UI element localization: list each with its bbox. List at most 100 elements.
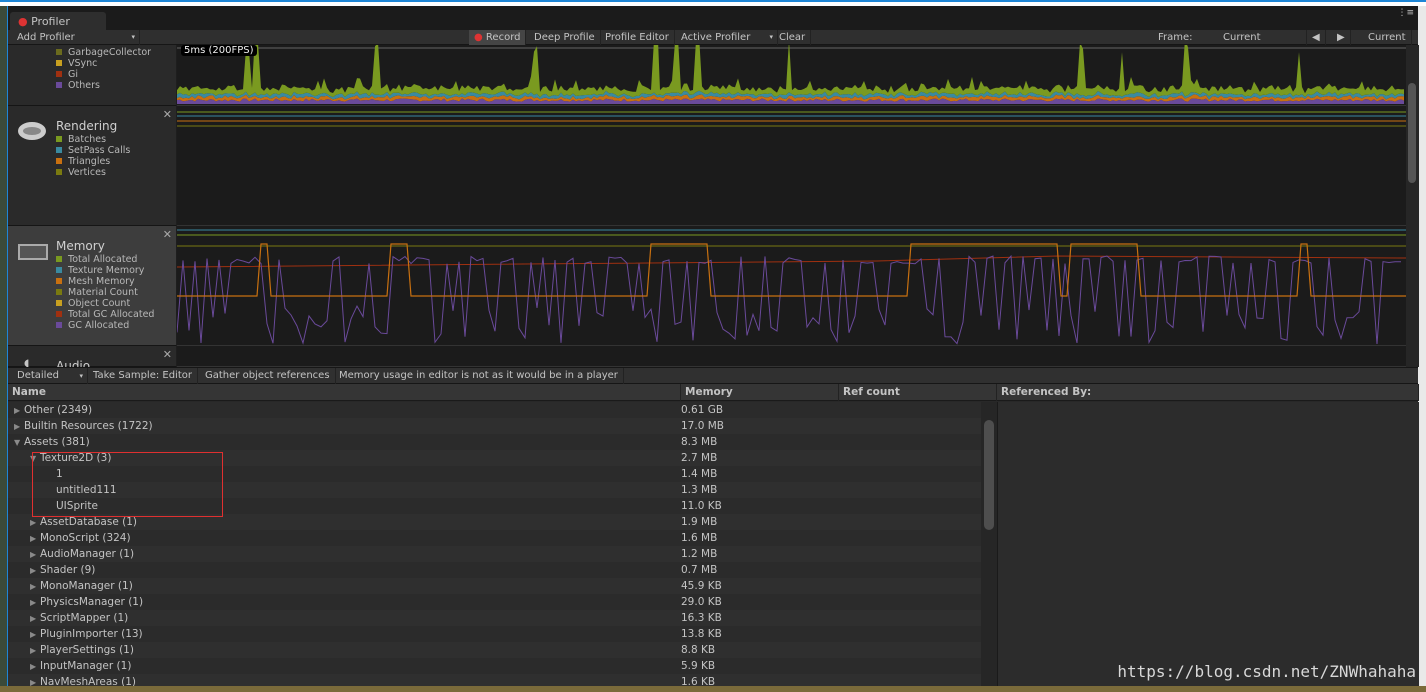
record-button[interactable]: ● Record	[469, 30, 527, 45]
legend-item[interactable]: Total GC Allocated	[56, 309, 154, 320]
expand-toggle-icon[interactable]: ▶	[30, 579, 40, 595]
table-row[interactable]: ▼ Assets (381) 8.3 MB	[8, 434, 981, 450]
legend-item[interactable]: GarbageCollector	[56, 47, 151, 58]
legend-item[interactable]: Gi	[56, 69, 78, 80]
deep-profile-button[interactable]: Deep Profile	[529, 30, 601, 45]
legend-swatch	[56, 289, 62, 295]
editor-memory-notice: Memory usage in editor is not as it woul…	[334, 368, 624, 384]
expand-toggle-icon[interactable]: ▶	[30, 611, 40, 627]
legend-item[interactable]: Material Count	[56, 287, 138, 298]
close-icon[interactable]: ✕	[163, 348, 172, 361]
expand-toggle-icon[interactable]: ▶	[30, 595, 40, 611]
expand-toggle-icon[interactable]: ▶	[14, 403, 24, 419]
memory-legend[interactable]: Memory ✕ Total Allocated Texture Memory Me…	[8, 226, 176, 346]
scrollbar-thumb[interactable]	[1408, 83, 1416, 183]
expand-toggle-icon[interactable]: ▶	[30, 627, 40, 643]
legend-item[interactable]: GC Allocated	[56, 320, 129, 331]
legend-item[interactable]: VSync	[56, 58, 97, 69]
current-frame-button[interactable]: Current	[1363, 30, 1412, 45]
table-row[interactable]: ▶ MonoScript (324) 1.6 MB	[8, 530, 981, 546]
legend-item[interactable]: Batches	[56, 134, 106, 145]
close-icon[interactable]: ✕	[163, 228, 172, 241]
tab-bar: ● Profiler ⋮≡	[8, 6, 1418, 30]
row-memory: 0.7 MB	[681, 564, 718, 576]
audio-graph[interactable]	[177, 346, 1406, 367]
table-row[interactable]: ▶ AudioManager (1) 1.2 MB	[8, 546, 981, 562]
expand-toggle-icon[interactable]: ▶	[30, 563, 40, 579]
rendering-graph[interactable]	[177, 106, 1406, 226]
detail-toolbar: Detailed ▾ Take Sample: Editor Gather obj…	[8, 367, 1418, 384]
expand-toggle-icon[interactable]: ▶	[30, 531, 40, 547]
close-icon[interactable]: ✕	[163, 108, 172, 121]
row-memory: 16.3 KB	[681, 612, 722, 624]
legend-item[interactable]: Texture Memory	[56, 265, 144, 276]
row-name: MonoScript (324)	[40, 532, 131, 544]
row-memory: 8.8 KB	[681, 644, 716, 656]
tree-scrollbar[interactable]	[981, 402, 997, 686]
legend-item[interactable]: Total Allocated	[56, 254, 137, 265]
table-row[interactable]: ▶ PhysicsManager (1) 29.0 KB	[8, 594, 981, 610]
row-name: InputManager (1)	[40, 660, 132, 672]
detail-mode-dropdown[interactable]: Detailed ▾	[12, 368, 88, 384]
cpu-graph[interactable]: 5ms (200FPS)	[177, 14, 1406, 106]
expand-toggle-icon[interactable]: ▶	[30, 643, 40, 659]
legend-swatch	[56, 300, 62, 306]
table-row[interactable]: ▶ Other (2349) 0.61 GB	[8, 402, 981, 418]
cpu-legend[interactable]: GarbageCollector VSync Gi Others	[8, 45, 176, 106]
take-sample-button[interactable]: Take Sample: Editor	[88, 368, 198, 384]
row-name: ScriptMapper (1)	[40, 612, 129, 624]
legend-swatch	[56, 49, 62, 55]
prev-frame-button[interactable]: ◀	[1306, 30, 1326, 45]
table-row[interactable]: ▶ NavMeshAreas (1) 1.6 KB	[8, 674, 981, 686]
table-row[interactable]: ▶ InputManager (1) 5.9 KB	[8, 658, 981, 674]
column-name[interactable]: Name	[8, 384, 681, 401]
column-memory[interactable]: Memory	[681, 384, 839, 401]
table-row[interactable]: ▶ Builtin Resources (1722) 17.0 MB	[8, 418, 981, 434]
expand-toggle-icon[interactable]: ▶	[30, 547, 40, 563]
table-row[interactable]: ▶ PlayerSettings (1) 8.8 KB	[8, 642, 981, 658]
highlight-annotation-box	[32, 452, 223, 517]
gather-references-button[interactable]: Gather object references	[200, 368, 336, 384]
audio-legend[interactable]: ◖ Audio ✕	[8, 346, 176, 369]
tab-profiler[interactable]: ● Profiler	[10, 12, 106, 30]
record-icon: ●	[474, 32, 483, 43]
expand-toggle-icon[interactable]: ▶	[14, 419, 24, 435]
legend-item[interactable]: Vertices	[56, 167, 106, 178]
table-row[interactable]: ▶ ScriptMapper (1) 16.3 KB	[8, 610, 981, 626]
main-toolbar: Add Profiler ▾ ● Record Deep Profile Prof…	[8, 30, 1418, 45]
background-window-edge	[1418, 6, 1426, 692]
row-memory: 1.6 KB	[681, 676, 716, 686]
expand-toggle-icon[interactable]: ▶	[30, 675, 40, 686]
column-ref-count[interactable]: Ref count	[839, 384, 997, 401]
graphs-scrollbar[interactable]	[1406, 45, 1419, 367]
legend-item[interactable]: Triangles	[56, 156, 110, 167]
row-memory: 0.61 GB	[681, 404, 724, 416]
legend-swatch	[56, 158, 62, 164]
legend-item[interactable]: Mesh Memory	[56, 276, 135, 287]
legend-item[interactable]: Object Count	[56, 298, 130, 309]
active-profiler-dropdown[interactable]: Active Profiler ▾	[676, 30, 778, 45]
table-row[interactable]: ▶ Shader (9) 0.7 MB	[8, 562, 981, 578]
row-memory: 1.6 MB	[681, 532, 718, 544]
fps-label: 5ms (200FPS)	[181, 45, 257, 56]
scrollbar-thumb[interactable]	[984, 420, 994, 530]
expand-toggle-icon[interactable]: ▶	[30, 659, 40, 675]
rendering-legend[interactable]: Rendering ✕ Batches SetPass Calls Triangle…	[8, 106, 176, 226]
expand-toggle-icon[interactable]: ▶	[30, 515, 40, 531]
frame-value: Current	[1223, 32, 1261, 43]
row-name: NavMeshAreas (1)	[40, 676, 136, 686]
add-profiler-dropdown[interactable]: Add Profiler ▾	[12, 30, 140, 45]
legend-item[interactable]: Others	[56, 80, 100, 91]
clear-button[interactable]: Clear	[774, 30, 812, 45]
window-menu-icon[interactable]: ⋮≡	[1397, 8, 1414, 18]
legend-item[interactable]: SetPass Calls	[56, 145, 130, 156]
table-row[interactable]: ▶ MonoManager (1) 45.9 KB	[8, 578, 981, 594]
row-name: AudioManager (1)	[40, 548, 135, 560]
legend-swatch	[56, 136, 62, 142]
memory-graph[interactable]	[176, 226, 1407, 346]
legend-swatch	[56, 82, 62, 88]
next-frame-button[interactable]: ▶	[1332, 30, 1351, 45]
expand-toggle-icon[interactable]: ▼	[14, 435, 24, 451]
table-row[interactable]: ▶ PluginImporter (13) 13.8 KB	[8, 626, 981, 642]
profile-editor-button[interactable]: Profile Editor	[600, 30, 675, 45]
